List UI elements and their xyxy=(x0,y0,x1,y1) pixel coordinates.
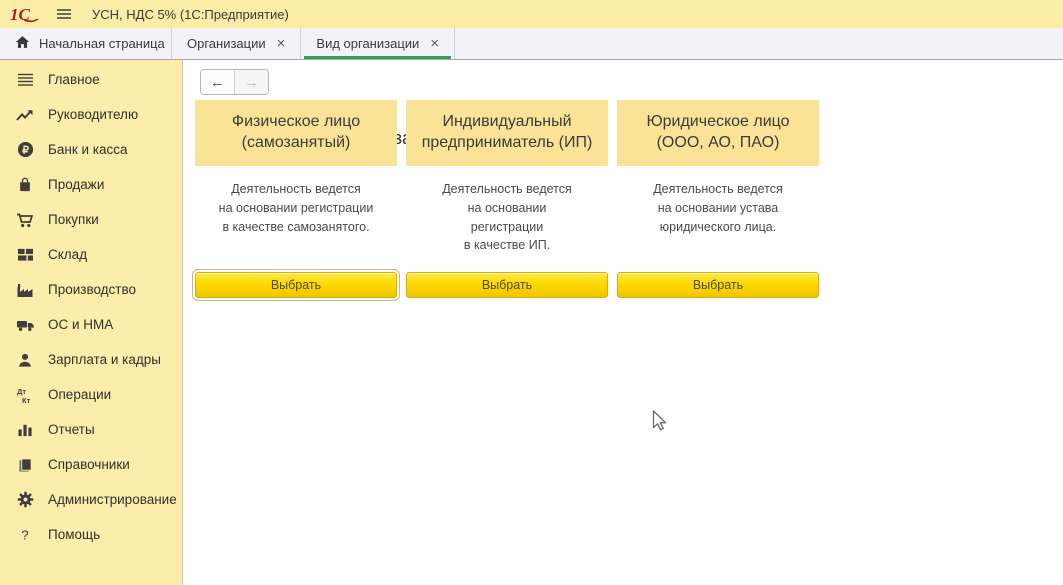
sidebar-item-label: Руководителю xyxy=(48,107,138,122)
factory-icon xyxy=(15,282,35,298)
debit-credit-icon: Дт Кт xyxy=(15,386,35,404)
window-title: УСН, НДС 5% (1С:Предприятие) xyxy=(92,7,289,22)
main-menu-icon xyxy=(15,73,35,87)
person-icon xyxy=(15,352,35,368)
close-icon[interactable]: × xyxy=(430,36,439,51)
sidebar-item-label: Банк и касса xyxy=(48,142,128,157)
bar-chart-icon xyxy=(15,422,35,437)
sidebar-item-reports[interactable]: Отчеты xyxy=(0,412,182,447)
card-individual-self-employed: Физическое лицо (самозанятый) Деятельнос… xyxy=(195,100,397,298)
svg-text:Кт: Кт xyxy=(22,396,31,404)
truck-icon xyxy=(15,317,35,332)
sidebar-item-label: Отчеты xyxy=(48,422,95,437)
sidebar-item-label: ОС и НМА xyxy=(48,317,113,332)
card-description: Деятельность ведется на основании регист… xyxy=(195,180,397,272)
sidebar-item-warehouse[interactable]: Склад xyxy=(0,237,182,272)
select-button-self-employed[interactable]: Выбрать xyxy=(195,272,397,298)
sidebar-item-directories[interactable]: Справочники xyxy=(0,447,182,482)
sidebar-item-manager[interactable]: Руководителю xyxy=(0,97,182,132)
sidebar-item-label: Склад xyxy=(48,247,87,262)
sidebar-item-label: Помощь xyxy=(48,527,100,542)
sidebar-item-sales[interactable]: Продажи xyxy=(0,167,182,202)
sidebar-item-bank-cash[interactable]: ₽ Банк и касса xyxy=(0,132,182,167)
title-bar: 1С УСН, НДС 5% (1С:Предприятие) xyxy=(0,0,1063,28)
gear-icon xyxy=(15,491,35,508)
home-icon xyxy=(15,35,30,52)
warehouse-icon xyxy=(15,247,35,262)
tab-organizations[interactable]: Организации × xyxy=(172,28,301,59)
tab-label: Начальная страница xyxy=(39,36,165,51)
main-area: ← → Вид организации Физическое лицо (сам… xyxy=(183,60,1063,585)
sidebar-item-production[interactable]: Производство xyxy=(0,272,182,307)
books-icon xyxy=(15,457,35,473)
svg-text:₽: ₽ xyxy=(22,145,29,156)
sidebar-item-label: Производство xyxy=(48,282,136,297)
card-title: Индивидуальный предприниматель (ИП) xyxy=(406,100,608,166)
close-icon[interactable]: × xyxy=(277,36,286,51)
card-description: Деятельность ведется на основании устава… xyxy=(617,180,819,272)
card-individual-entrepreneur: Индивидуальный предприниматель (ИП) Деят… xyxy=(406,100,608,298)
sidebar-item-label: Продажи xyxy=(48,177,104,192)
tab-label: Организации xyxy=(187,36,266,51)
ruble-circle-icon: ₽ xyxy=(15,141,35,158)
tab-bar: Начальная страница Организации × Вид орг… xyxy=(0,28,1063,60)
select-button-entrepreneur[interactable]: Выбрать xyxy=(406,272,608,298)
hamburger-menu-icon[interactable] xyxy=(56,8,72,20)
forward-button[interactable]: → xyxy=(235,70,268,94)
sidebar-item-payroll-hr[interactable]: Зарплата и кадры xyxy=(0,342,182,377)
sidebar-item-main[interactable]: Главное xyxy=(0,62,182,97)
sidebar-item-label: Зарплата и кадры xyxy=(48,352,161,367)
svg-text:?: ? xyxy=(21,527,28,542)
question-icon: ? xyxy=(15,527,35,543)
sidebar: Главное Руководителю ₽ Банк и касса Прод… xyxy=(0,60,183,585)
card-title: Юридическое лицо (ООО, АО, ПАО) xyxy=(617,100,819,166)
back-button[interactable]: ← xyxy=(201,70,235,94)
shopping-bag-icon xyxy=(15,176,35,193)
sidebar-item-label: Покупки xyxy=(48,212,99,227)
sidebar-item-fixed-assets[interactable]: ОС и НМА xyxy=(0,307,182,342)
sidebar-item-label: Операции xyxy=(48,387,111,402)
history-nav: ← → xyxy=(200,69,269,95)
sidebar-item-label: Администрирование xyxy=(48,492,177,507)
card-description: Деятельность ведется на основании регист… xyxy=(406,180,608,272)
sidebar-item-label: Справочники xyxy=(48,457,130,472)
trending-up-icon xyxy=(15,107,35,123)
shopping-cart-icon xyxy=(15,211,35,228)
tab-label: Вид организации xyxy=(316,36,419,51)
sidebar-item-label: Главное xyxy=(48,72,100,87)
select-button-legal-entity[interactable]: Выбрать xyxy=(617,272,819,298)
sidebar-item-operations[interactable]: Дт Кт Операции xyxy=(0,377,182,412)
tab-home-page[interactable]: Начальная страница xyxy=(0,28,172,59)
tab-organization-type[interactable]: Вид организации × xyxy=(301,28,455,59)
1c-logo-icon: 1С xyxy=(10,4,42,24)
card-legal-entity: Юридическое лицо (ООО, АО, ПАО) Деятельн… xyxy=(617,100,819,298)
sidebar-item-purchases[interactable]: Покупки xyxy=(0,202,182,237)
sidebar-item-administration[interactable]: Администрирование xyxy=(0,482,182,517)
sidebar-item-help[interactable]: ? Помощь xyxy=(0,517,182,552)
card-title: Физическое лицо (самозанятый) xyxy=(195,100,397,166)
organization-type-cards: Физическое лицо (самозанятый) Деятельнос… xyxy=(195,100,819,298)
svg-text:Дт: Дт xyxy=(17,387,26,396)
